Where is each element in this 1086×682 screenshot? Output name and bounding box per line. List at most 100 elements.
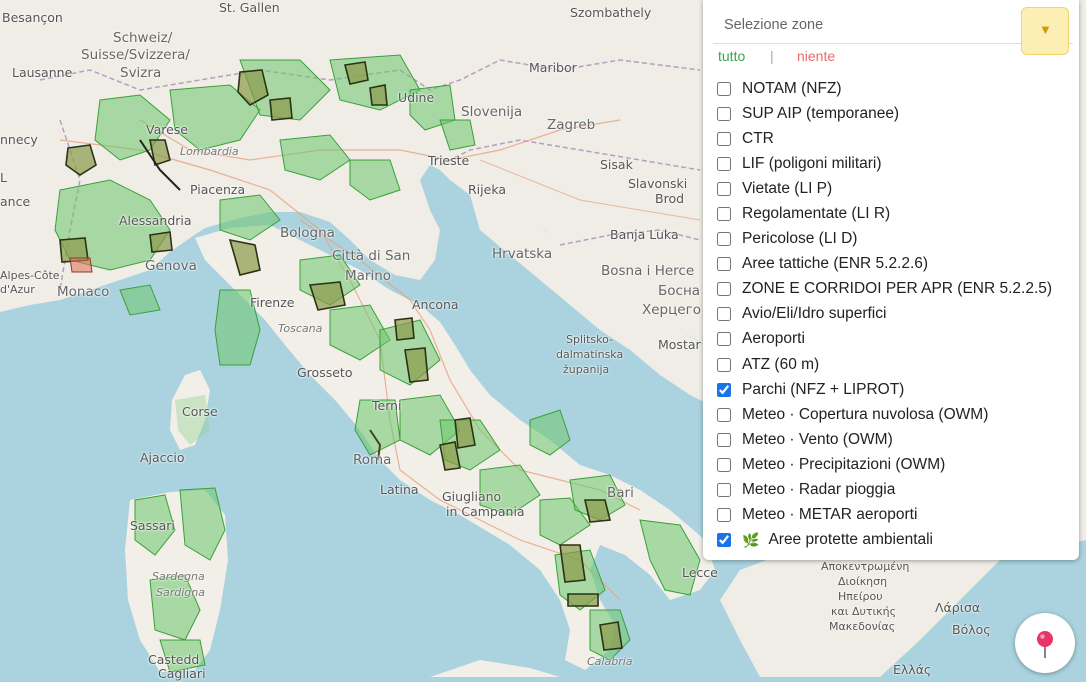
label-zagreb: Zagreb	[547, 117, 596, 133]
label-toscana: Toscana	[278, 322, 323, 335]
label-herceg-cyr: Херцего	[642, 302, 701, 318]
layer-checkbox[interactable]	[717, 382, 731, 397]
layer-checkbox[interactable]	[717, 357, 731, 372]
label-citta-di-san: Città di San	[332, 248, 411, 264]
locate-button[interactable]	[1015, 613, 1075, 673]
label-brod: Brod	[655, 191, 685, 206]
label-maribor: Maribor	[529, 60, 577, 75]
layer-item[interactable]: Meteo · Vento (OWM)	[716, 427, 1052, 452]
label-cagliari: Cagliari	[158, 666, 206, 681]
label-marino: Marino	[345, 268, 392, 284]
label-grosseto: Grosseto	[297, 365, 353, 380]
layer-label: Meteo · Copertura nuvolosa (OWM)	[742, 405, 989, 423]
label-zupanija: županija	[563, 363, 610, 376]
layer-item[interactable]: Regolamentate (LI R)	[716, 201, 1052, 226]
label-ance: ance	[0, 194, 31, 209]
layer-item[interactable]: Meteo · Precipitazioni (OWM)	[716, 452, 1052, 477]
label-roma: Roma	[353, 452, 392, 468]
select-none-link[interactable]: niente	[797, 48, 835, 64]
chevron-down-icon: ▼	[1039, 22, 1052, 37]
map-pin-icon	[1037, 631, 1053, 658]
layer-checkbox[interactable]	[717, 232, 731, 247]
layer-item[interactable]: Avio/Eli/Idro superfici	[716, 302, 1052, 327]
label-sassari: Sassari	[130, 518, 175, 533]
layer-item[interactable]: CTR	[716, 126, 1052, 151]
label-mostar: Mostar	[658, 337, 701, 352]
layer-label: Parchi (NFZ + LIPROT)	[742, 380, 905, 398]
label-castedd: Castedd	[148, 652, 200, 667]
layer-label: Regolamentate (LI R)	[742, 205, 891, 223]
label-giugliano: Giugliano	[442, 489, 502, 504]
layer-checkbox[interactable]	[717, 533, 731, 548]
label-kai-dytikis: και Δυτικής	[831, 605, 897, 618]
layer-item[interactable]: NOTAM (NFZ)	[716, 76, 1052, 101]
label-varese: Varese	[146, 122, 188, 137]
label-in-campania: in Campania	[446, 504, 525, 519]
label-monaco: Monaco	[57, 284, 110, 300]
label-rijeka: Rijeka	[468, 182, 507, 197]
layer-checkbox[interactable]	[717, 332, 731, 347]
layer-label: LIF (poligoni militari)	[742, 154, 882, 172]
layer-label: Avio/Eli/Idro superfici	[742, 305, 887, 323]
label-ellas: Ελλάς	[893, 662, 932, 677]
label-sisak: Sisak	[600, 157, 633, 172]
label-split-dal: Splitsko-	[566, 333, 614, 346]
layer-item[interactable]: ZONE E CORRIDOI PER APR (ENR 5.2.2.5)	[716, 277, 1052, 302]
layer-checkbox[interactable]	[717, 407, 731, 422]
layer-checkbox[interactable]	[717, 207, 731, 222]
layer-checkbox[interactable]	[717, 307, 731, 322]
layer-checkbox[interactable]	[717, 457, 731, 472]
select-all-link[interactable]: tutto	[718, 48, 745, 64]
label-l: L	[0, 170, 7, 185]
layer-checkbox[interactable]	[717, 156, 731, 171]
layer-checkbox[interactable]	[717, 508, 731, 523]
label-ancona: Ancona	[412, 297, 459, 312]
layer-item[interactable]: Vietate (LI P)	[716, 176, 1052, 201]
label-latina: Latina	[380, 482, 419, 497]
zone-select[interactable]: Selezione zone	[713, 6, 1073, 44]
layer-item[interactable]: Aree tattiche (ENR 5.2.2.6)	[716, 252, 1052, 277]
layer-label: Meteo · Vento (OWM)	[742, 430, 893, 448]
dropdown-toggle-button[interactable]: ▼	[1021, 7, 1069, 55]
layer-item[interactable]: Parchi (NFZ + LIPROT)	[716, 377, 1052, 402]
layer-item[interactable]: Meteo · METAR aeroporti	[716, 503, 1052, 528]
label-bari: Bari	[607, 485, 634, 501]
label-alpes: Alpes-Côte	[0, 269, 60, 282]
layer-item[interactable]: SUP AIP (temporanee)	[716, 101, 1052, 126]
layer-item[interactable]: ATZ (60 m)	[716, 352, 1052, 377]
layer-checkbox[interactable]	[717, 483, 731, 498]
layer-checkbox[interactable]	[717, 81, 731, 96]
layer-label: Aree protette ambientali	[768, 531, 934, 549]
layer-item[interactable]: Aeroporti	[716, 327, 1052, 352]
layer-item[interactable]: Meteo · Radar pioggia	[716, 478, 1052, 503]
label-apocentriki: Αποκεντρωμένη	[821, 560, 910, 573]
label-sardegna: Sardegna	[152, 570, 205, 583]
layer-checkbox[interactable]	[717, 257, 731, 272]
layer-item[interactable]: LIF (poligoni militari)	[716, 151, 1052, 176]
label-sardigna: Sardigna	[156, 586, 205, 599]
label-firenze: Firenze	[250, 295, 295, 310]
layer-label: Pericolose (LI D)	[742, 230, 858, 248]
label-terni: Terni	[372, 398, 402, 413]
separator: |	[770, 48, 774, 64]
layer-item[interactable]: 🌿 Aree protette ambientali	[716, 528, 1052, 553]
layer-label: SUP AIP (temporanee)	[742, 104, 900, 122]
layer-checkbox[interactable]	[717, 106, 731, 121]
label-dioikisi: Διοίκηση	[838, 575, 888, 588]
layer-label: Aeroporti	[742, 330, 805, 348]
layer-item[interactable]: Pericolose (LI D)	[716, 227, 1052, 252]
layer-label: CTR	[742, 129, 774, 147]
label-corse: Corse	[182, 404, 218, 419]
layer-list: NOTAM (NFZ) SUP AIP (temporanee) CTR LIF (p…	[716, 76, 1052, 553]
layer-checkbox[interactable]	[717, 282, 731, 297]
layer-item[interactable]: Meteo · Copertura nuvolosa (OWM)	[716, 402, 1052, 427]
layer-checkbox[interactable]	[717, 131, 731, 146]
label-ajaccio: Ajaccio	[140, 450, 185, 465]
label-hrvatska: Hrvatska	[492, 246, 553, 262]
layer-checkbox[interactable]	[717, 181, 731, 196]
label-dalmatinska: dalmatinska	[556, 348, 624, 361]
label-besancon: Besançon	[2, 10, 63, 25]
zone-selector-panel: Selezione zone ▼ tutto | niente NOTAM (N…	[703, 0, 1079, 560]
layer-checkbox[interactable]	[717, 432, 731, 447]
label-banja-luka: Banja Luka	[610, 227, 679, 242]
